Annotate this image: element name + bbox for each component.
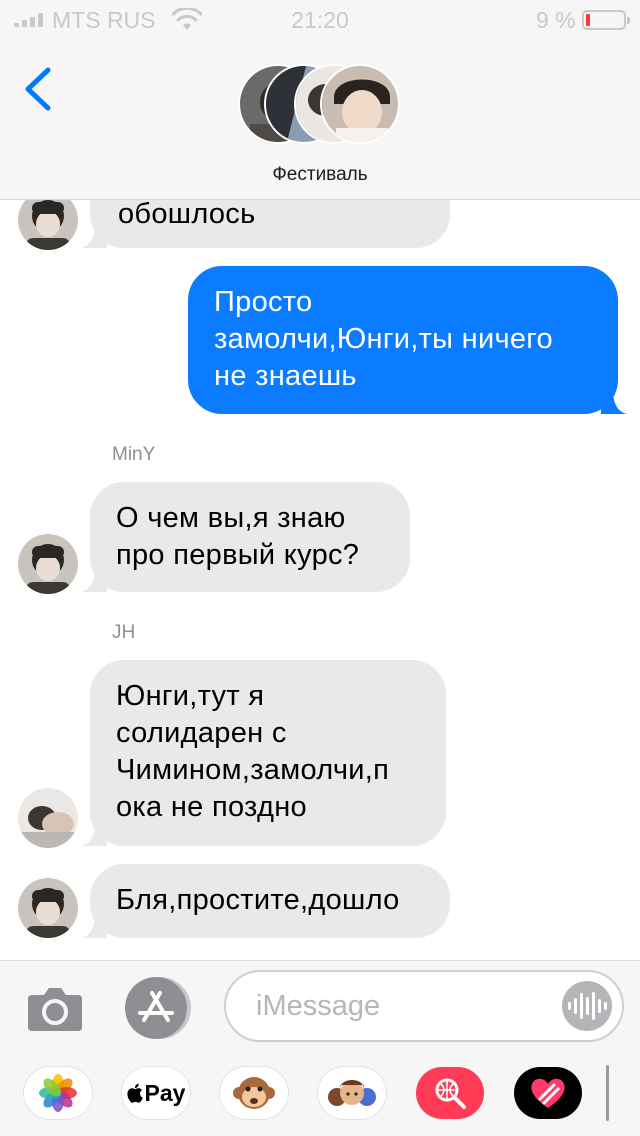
conversation-header: MTS RUS 21:20 9 % Фестиваль xyxy=(0,0,640,200)
apple-pay-label: Pay xyxy=(144,1079,186,1106)
monkey-icon[interactable] xyxy=(220,1067,288,1119)
message-text-line: Чимином,замолчи,п xyxy=(116,754,390,786)
message-text: Бля,простите,дошло xyxy=(116,884,400,916)
message-bubble-outgoing[interactable]: Просто замолчи,Юнги,ты ничего не знаешь xyxy=(188,266,627,414)
battery-percentage: 9 % xyxy=(536,7,576,33)
waveform-icon[interactable] xyxy=(562,981,612,1031)
message-text-line: замолчи,Юнги,ты ничего xyxy=(214,323,553,355)
globe-search-icon[interactable] xyxy=(416,1067,484,1119)
avatar-miny[interactable] xyxy=(18,534,78,594)
heart-touch-icon[interactable] xyxy=(514,1067,582,1119)
message-bubble-incoming[interactable]: Бля,простите,дошло xyxy=(81,864,450,938)
status-bar: MTS RUS 21:20 9 % xyxy=(0,0,640,40)
group-avatars[interactable] xyxy=(238,64,404,144)
message-bubble-incoming[interactable]: О чем вы,я знаю про первый курс? xyxy=(81,482,410,592)
message-text: обошлось xyxy=(118,198,256,230)
message-text-line: не знаешь xyxy=(214,360,357,392)
camera-icon[interactable] xyxy=(24,977,86,1039)
chevron-left-icon[interactable] xyxy=(22,66,54,112)
sender-name: JH xyxy=(112,622,136,643)
participant-avatar xyxy=(320,64,400,144)
photos-icon[interactable] xyxy=(24,1067,92,1119)
apple-pay-icon[interactable]: Pay xyxy=(122,1067,190,1119)
group-name[interactable]: Фестиваль xyxy=(0,164,640,186)
app-drawer-divider xyxy=(606,1065,609,1121)
sender-name: MinY xyxy=(112,444,156,465)
battery-icon xyxy=(582,10,630,30)
avatar-jh[interactable] xyxy=(18,788,78,848)
app-store-icon[interactable] xyxy=(124,975,192,1041)
message-text-line: солидарен с xyxy=(116,717,287,749)
message-composer: Pay xyxy=(0,960,640,1136)
memoji-icon[interactable] xyxy=(318,1067,386,1119)
imessage-input-field[interactable] xyxy=(224,970,624,1042)
message-text-line: Просто xyxy=(214,286,313,318)
app-drawer: Pay xyxy=(0,1063,640,1125)
message-text-line: про первый курс? xyxy=(116,539,360,571)
message-text-line: ока не поздно xyxy=(116,791,307,823)
message-bubble-incoming[interactable]: Юнги,тут я солидарен с Чимином,замолчи,п… xyxy=(81,660,446,846)
message-text-line: Юнги,тут я xyxy=(116,680,265,712)
imessage-input[interactable] xyxy=(256,986,556,1026)
message-text-line: О чем вы,я знаю xyxy=(116,502,346,534)
avatar-miny[interactable] xyxy=(18,878,78,938)
